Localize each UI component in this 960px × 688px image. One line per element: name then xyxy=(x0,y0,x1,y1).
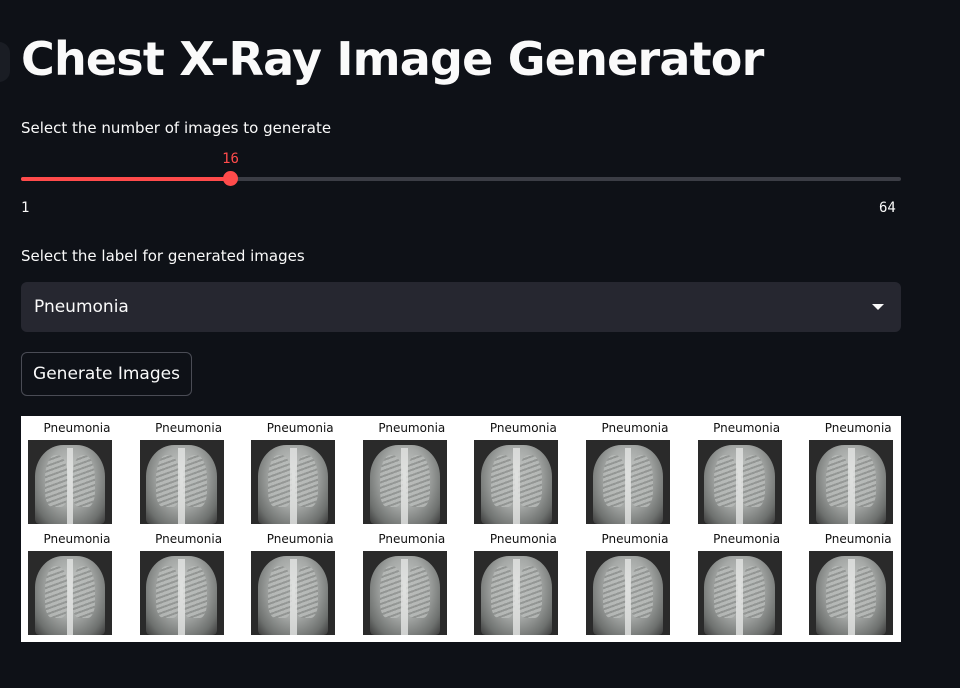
image-caption: Pneumonia xyxy=(266,532,334,546)
slider-current-value: 16 xyxy=(222,151,239,167)
image-caption: Pneumonia xyxy=(266,421,334,435)
xray-image xyxy=(474,440,559,524)
image-caption: Pneumonia xyxy=(378,421,446,435)
generated-image-cell: Pneumonia xyxy=(133,527,245,635)
xray-image xyxy=(28,440,112,524)
image-count-slider[interactable] xyxy=(21,171,901,186)
page-title: Chest X-Ray Image Generator xyxy=(21,32,764,86)
slider-max-label: 64 xyxy=(879,200,896,216)
image-caption: Pneumonia xyxy=(43,532,111,546)
generated-image-cell: Pneumonia xyxy=(802,527,914,635)
generated-image-cell: Pneumonia xyxy=(133,416,245,524)
image-caption: Pneumonia xyxy=(43,421,111,435)
image-caption: Pneumonia xyxy=(601,532,669,546)
generated-image-cell: Pneumonia xyxy=(802,416,914,524)
generated-image-cell: Pneumonia xyxy=(21,527,133,635)
generated-image-cell: Pneumonia xyxy=(356,416,468,524)
generated-image-cell: Pneumonia xyxy=(691,416,803,524)
generated-image-cell: Pneumonia xyxy=(467,416,579,524)
xray-image xyxy=(474,551,559,635)
xray-image xyxy=(362,440,447,524)
generated-image-cell: Pneumonia xyxy=(579,527,691,635)
generated-image-cell: Pneumonia xyxy=(244,527,356,635)
chevron-down-icon xyxy=(872,304,884,310)
image-caption: Pneumonia xyxy=(155,532,223,546)
generated-image-cell: Pneumonia xyxy=(21,416,133,524)
label-select[interactable]: Pneumonia xyxy=(21,282,901,332)
xray-image xyxy=(362,551,447,635)
image-caption: Pneumonia xyxy=(155,421,223,435)
app-page: Chest X-Ray Image Generator Select the n… xyxy=(0,0,960,688)
generated-images-panel: Pneumonia Pneumonia Pneumonia Pneumonia Pneu… xyxy=(21,416,901,642)
xray-image xyxy=(251,551,336,635)
slider-label: Select the number of images to generate xyxy=(21,119,332,137)
xray-image xyxy=(809,440,894,524)
generated-image-cell: Pneumonia xyxy=(356,527,468,635)
xray-image xyxy=(697,551,782,635)
image-caption: Pneumonia xyxy=(601,421,669,435)
xray-image xyxy=(139,440,224,524)
xray-image xyxy=(586,440,670,524)
slider-min-label: 1 xyxy=(21,200,30,216)
xray-image xyxy=(139,551,224,635)
xray-image xyxy=(697,440,782,524)
xray-image xyxy=(28,551,112,635)
image-caption: Pneumonia xyxy=(489,532,557,546)
slider-thumb[interactable] xyxy=(223,171,239,186)
image-caption: Pneumonia xyxy=(824,532,892,546)
xray-image xyxy=(251,440,336,524)
sidebar-toggle-icon[interactable] xyxy=(0,42,10,82)
image-caption: Pneumonia xyxy=(489,421,557,435)
generated-image-cell: Pneumonia xyxy=(691,527,803,635)
xray-image xyxy=(809,551,894,635)
label-select-label: Select the label for generated images xyxy=(21,247,305,265)
xray-image xyxy=(586,551,670,635)
label-select-value: Pneumonia xyxy=(34,297,129,317)
generate-images-button[interactable]: Generate Images xyxy=(21,352,192,396)
generated-image-cell: Pneumonia xyxy=(579,416,691,524)
image-caption: Pneumonia xyxy=(378,532,446,546)
slider-fill xyxy=(21,177,231,181)
image-caption: Pneumonia xyxy=(713,421,781,435)
image-caption: Pneumonia xyxy=(713,532,781,546)
generated-image-cell: Pneumonia xyxy=(467,527,579,635)
image-caption: Pneumonia xyxy=(824,421,892,435)
generated-image-cell: Pneumonia xyxy=(244,416,356,524)
